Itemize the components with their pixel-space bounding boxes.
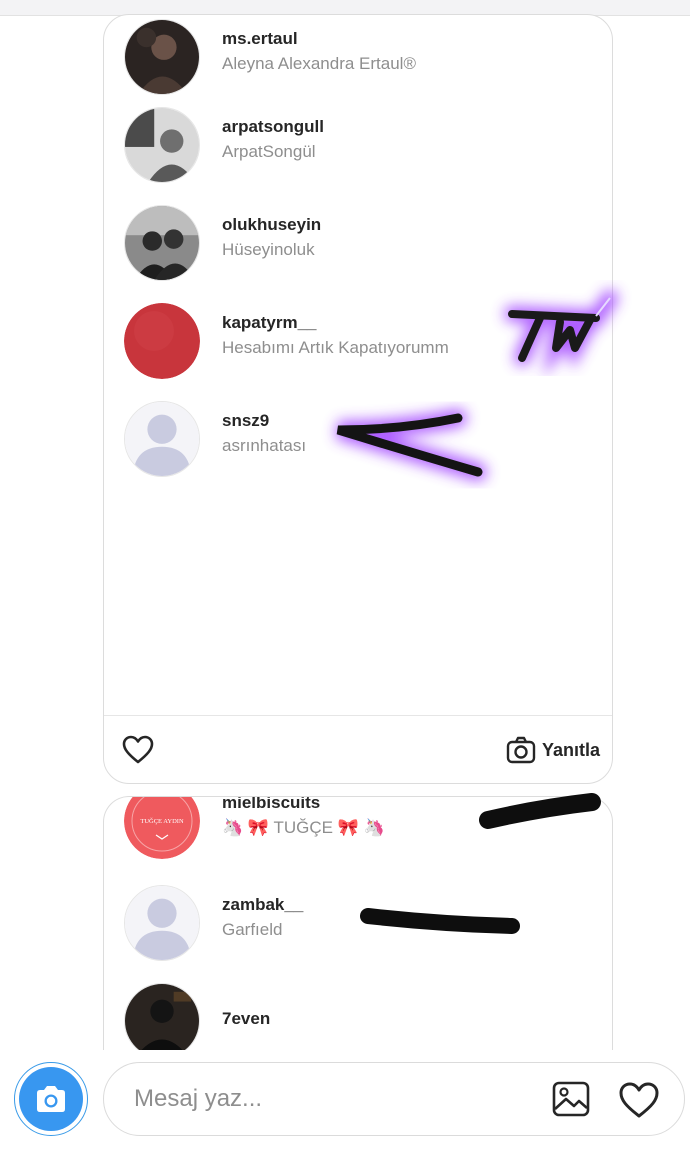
avatar[interactable] [124, 19, 200, 95]
viewer-row[interactable]: zambak__ Garfıeld [104, 885, 612, 965]
camera-icon [506, 736, 536, 764]
heart-icon[interactable] [122, 735, 154, 765]
gallery-icon[interactable] [552, 1081, 590, 1117]
heart-icon[interactable] [618, 1081, 660, 1119]
reply-button[interactable]: Yanıtla [506, 733, 600, 767]
avatar[interactable]: TUĞÇE AYDIN [124, 797, 200, 859]
default-avatar[interactable] [124, 401, 200, 477]
avatar[interactable] [124, 205, 200, 281]
avatar-logo-text: TUĞÇE AYDIN [140, 817, 184, 825]
message-field [103, 1062, 685, 1136]
message-input[interactable] [134, 1063, 514, 1135]
message-composer [0, 1050, 690, 1150]
username[interactable]: mielbiscuits [222, 797, 320, 813]
default-avatar[interactable] [124, 885, 200, 961]
avatar[interactable] [124, 983, 200, 1059]
username[interactable]: olukhuseyin [222, 215, 321, 235]
viewers-card: TUĞÇE AYDIN mielbiscuits 🦄 🎀 TUĞÇE 🎀 🦄 z… [103, 796, 613, 1066]
full-name: ArpatSongül [222, 142, 316, 161]
full-name: Aleyna Alexandra Ertaul® [222, 54, 416, 73]
viewer-row[interactable]: TUĞÇE AYDIN mielbiscuits 🦄 🎀 TUĞÇE 🎀 🦄 [104, 797, 612, 863]
username[interactable]: arpatsongull [222, 117, 324, 137]
full-name: 🦄 🎀 TUĞÇE 🎀 🦄 [222, 818, 385, 837]
avatar[interactable] [124, 303, 200, 379]
full-name: asrınhatası [222, 436, 307, 455]
divider [104, 715, 612, 716]
username[interactable]: 7even [222, 1009, 270, 1029]
reply-label: Yanıtla [541, 739, 600, 760]
viewer-row[interactable]: kapatyrm__ Hesabımı Artık Kapatıyorumm [104, 303, 612, 383]
username[interactable]: kapatyrm__ [222, 313, 317, 333]
username[interactable]: zambak__ [222, 895, 303, 915]
username[interactable]: snsz9 [222, 411, 269, 431]
viewer-row[interactable]: arpatsongull ArpatSongül [104, 107, 612, 187]
viewer-row[interactable]: olukhuseyin Hüseyinoluk [104, 205, 612, 285]
camera-button[interactable] [14, 1062, 88, 1136]
viewers-card: ms.ertaul Aleyna Alexandra Ertaul® arpat… [103, 14, 613, 784]
viewer-row[interactable]: ms.ertaul Aleyna Alexandra Ertaul® [104, 19, 612, 99]
full-name: Hüseyinoluk [222, 240, 315, 259]
avatar[interactable] [124, 107, 200, 183]
full-name: Garfıeld [222, 920, 283, 939]
username[interactable]: ms.ertaul [222, 29, 298, 49]
camera-icon [37, 1086, 65, 1112]
viewer-row[interactable]: snsz9 asrınhatası [104, 401, 612, 481]
full-name: Hesabımı Artık Kapatıyorumm [222, 338, 449, 357]
